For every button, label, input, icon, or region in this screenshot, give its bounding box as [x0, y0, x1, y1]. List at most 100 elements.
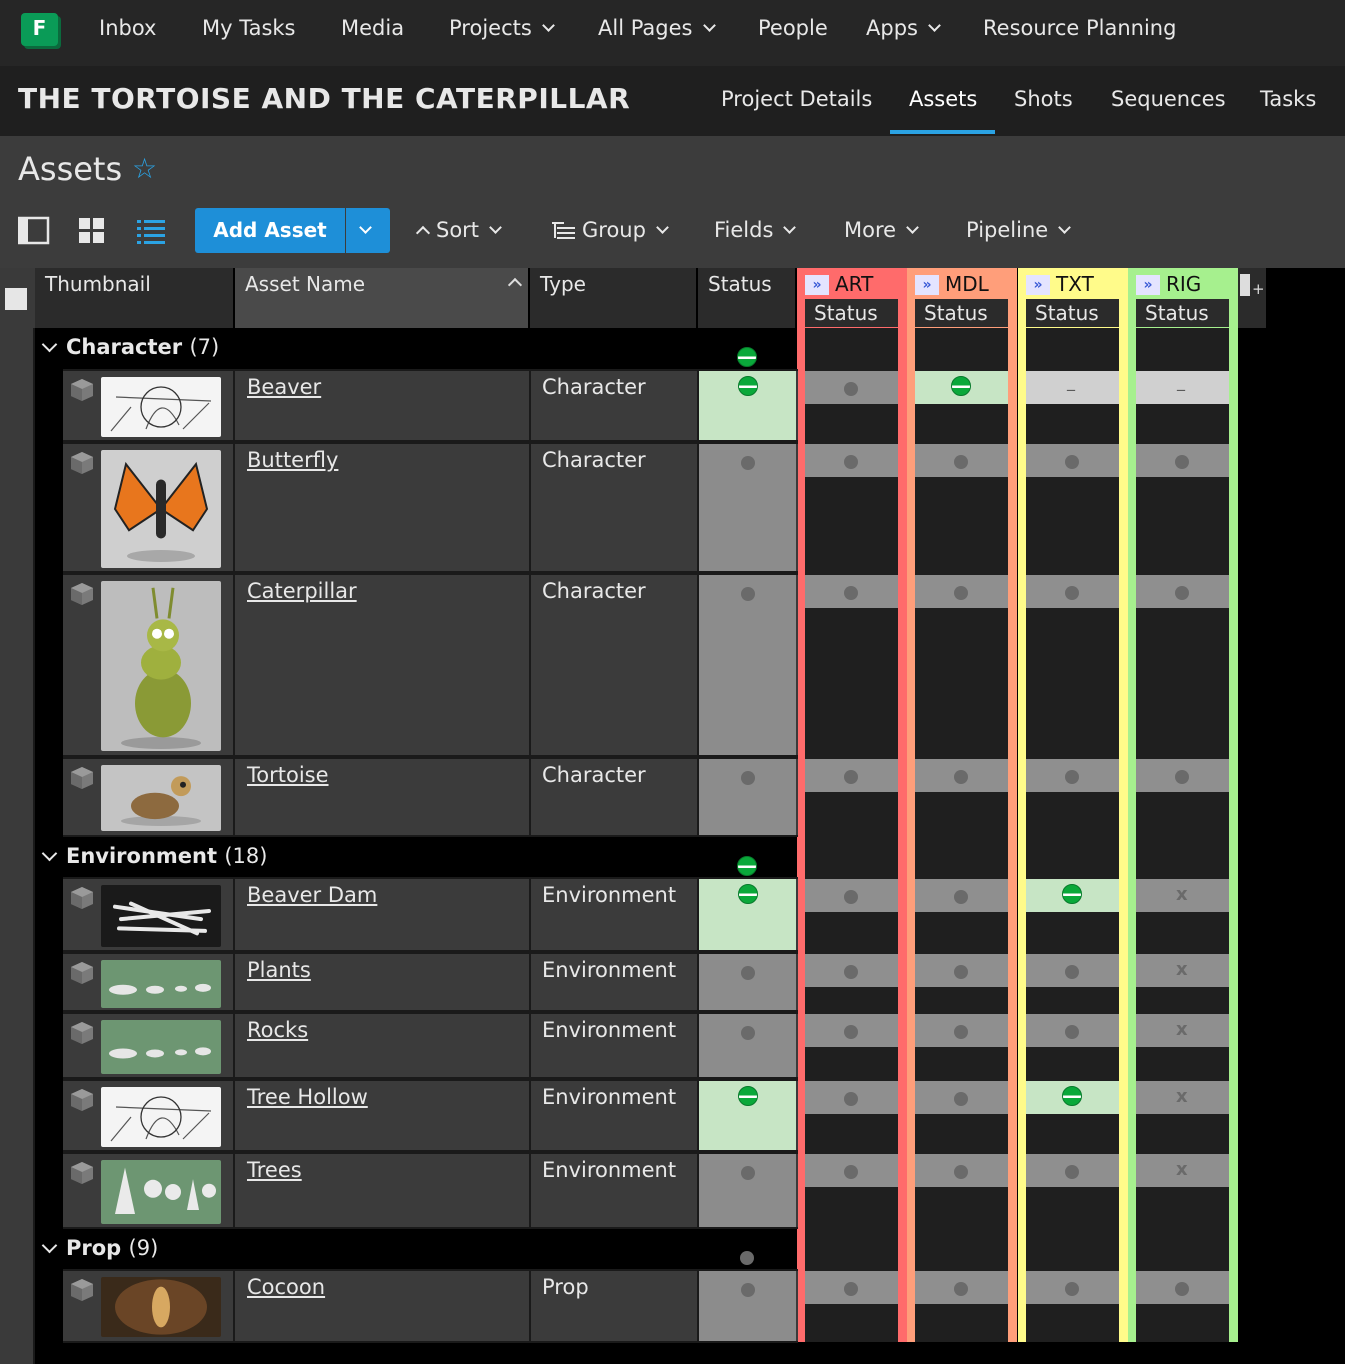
asset-name-link[interactable]: Tortoise [247, 763, 329, 787]
expand-step-icon[interactable]: » [805, 275, 829, 295]
asset-status-cell[interactable] [699, 444, 796, 571]
nav-people[interactable]: People [758, 16, 828, 40]
step-status-cell[interactable] [805, 1014, 898, 1047]
step-status-cell[interactable] [805, 954, 898, 987]
asset-name-link[interactable]: Plants [247, 958, 311, 982]
table-row[interactable]: Rocks Environment [63, 1012, 798, 1079]
chevron-down-icon[interactable] [41, 1237, 58, 1254]
step-status-cell[interactable] [915, 371, 1008, 404]
step-status-cell[interactable] [915, 879, 1008, 912]
step-status-cell[interactable] [1026, 1154, 1119, 1187]
step-status-cell[interactable]: x [1136, 1014, 1229, 1047]
column-header-thumbnail[interactable]: Thumbnail [35, 268, 233, 328]
add-asset-dropdown-button[interactable] [346, 208, 390, 253]
asset-status-cell[interactable] [699, 371, 796, 440]
step-status-cell[interactable] [915, 954, 1008, 987]
tab-sequences[interactable]: Sequences [1111, 87, 1226, 111]
table-row[interactable]: Beaver Dam Environment [63, 877, 798, 952]
nav-inbox[interactable]: Inbox [99, 16, 156, 40]
step-status-cell[interactable] [805, 575, 898, 608]
step-status-header[interactable]: Status [1026, 299, 1119, 327]
nav-all-pages[interactable]: All Pages [598, 16, 716, 40]
table-row[interactable]: Caterpillar Character [63, 573, 798, 757]
asset-status-cell[interactable] [699, 954, 796, 1010]
step-status-cell[interactable] [1026, 575, 1119, 608]
star-outline-icon[interactable]: ☆ [132, 152, 157, 185]
step-status-cell[interactable] [1026, 1081, 1119, 1114]
asset-thumbnail[interactable] [101, 1277, 221, 1337]
tab-tasks[interactable]: Tasks [1260, 87, 1316, 111]
step-status-cell[interactable] [805, 759, 898, 792]
table-row[interactable]: Butterfly Character [63, 442, 798, 573]
table-row[interactable]: Trees Environment [63, 1152, 798, 1229]
step-header[interactable]: » MDL Status [907, 268, 1017, 328]
list-view-icon[interactable] [136, 216, 168, 246]
table-row[interactable]: Plants Environment [63, 952, 798, 1012]
add-asset-button[interactable]: Add Asset [195, 208, 345, 253]
step-status-cell[interactable] [1136, 1271, 1229, 1304]
step-status-cell[interactable] [1026, 879, 1119, 912]
asset-status-cell[interactable] [699, 1271, 796, 1341]
expand-step-icon[interactable]: » [1026, 275, 1050, 295]
step-status-cell[interactable]: x [1136, 1154, 1229, 1187]
asset-thumbnail[interactable] [101, 960, 221, 1008]
step-status-cell[interactable] [915, 1014, 1008, 1047]
step-status-header[interactable]: Status [915, 299, 1008, 327]
table-row[interactable]: Beaver Character [63, 369, 798, 442]
step-status-cell[interactable] [805, 1081, 898, 1114]
asset-name-link[interactable]: Rocks [247, 1018, 308, 1042]
step-status-cell[interactable]: x [1136, 879, 1229, 912]
expand-step-icon[interactable]: » [915, 275, 939, 295]
tab-assets[interactable]: Assets [909, 87, 977, 111]
chevron-down-icon[interactable] [41, 845, 58, 862]
step-header[interactable]: » ART Status [797, 268, 907, 328]
step-status-cell[interactable]: x [1136, 1081, 1229, 1114]
step-header[interactable]: » TXT Status [1018, 268, 1128, 328]
expand-step-icon[interactable]: » [1136, 275, 1160, 295]
nav-apps[interactable]: Apps [866, 16, 941, 40]
step-status-cell[interactable]: x [1136, 954, 1229, 987]
step-status-cell[interactable] [915, 1271, 1008, 1304]
step-status-cell[interactable] [1026, 954, 1119, 987]
step-status-cell[interactable] [805, 1271, 898, 1304]
step-status-cell[interactable]: _ [1026, 371, 1119, 404]
step-status-cell[interactable] [1026, 1014, 1119, 1047]
step-status-cell[interactable]: _ [1136, 371, 1229, 404]
step-status-cell[interactable] [915, 444, 1008, 477]
nav-projects[interactable]: Projects [449, 16, 555, 40]
app-logo[interactable]: F [21, 13, 58, 46]
asset-status-cell[interactable] [699, 759, 796, 835]
step-status-cell[interactable] [805, 879, 898, 912]
asset-status-cell[interactable] [699, 575, 796, 755]
group-button[interactable]: Group [552, 218, 669, 242]
asset-name-link[interactable]: Caterpillar [247, 579, 357, 603]
asset-thumbnail[interactable] [101, 377, 221, 437]
table-row[interactable]: Tree Hollow Environment [63, 1079, 798, 1152]
asset-name-link[interactable]: Tree Hollow [247, 1085, 368, 1109]
step-status-cell[interactable] [1026, 759, 1119, 792]
column-header-asset-name[interactable]: Asset Name [235, 268, 528, 328]
step-status-cell[interactable] [915, 759, 1008, 792]
tab-project-details[interactable]: Project Details [721, 87, 872, 111]
step-status-cell[interactable] [805, 444, 898, 477]
detail-view-icon[interactable] [17, 216, 50, 246]
group-header-character[interactable]: Character (7) [35, 328, 798, 368]
asset-status-cell[interactable] [699, 1154, 796, 1227]
step-header[interactable]: » RIG Status [1128, 268, 1238, 328]
column-header-status[interactable]: Status [698, 268, 795, 328]
group-header-environment[interactable]: Environment (18) [35, 837, 798, 877]
more-button[interactable]: More [844, 218, 919, 242]
nav-media[interactable]: Media [341, 16, 404, 40]
asset-name-link[interactable]: Cocoon [247, 1275, 325, 1299]
tab-shots[interactable]: Shots [1014, 87, 1073, 111]
fields-button[interactable]: Fields [714, 218, 797, 242]
asset-status-cell[interactable] [699, 879, 796, 950]
table-row[interactable]: Tortoise Character [63, 757, 798, 837]
step-status-cell[interactable] [805, 371, 898, 404]
chevron-down-icon[interactable] [41, 336, 58, 353]
asset-name-link[interactable]: Beaver Dam [247, 883, 377, 907]
step-status-header[interactable]: Status [805, 299, 898, 327]
step-status-cell[interactable] [915, 575, 1008, 608]
step-status-cell[interactable] [1026, 444, 1119, 477]
step-status-cell[interactable] [1136, 444, 1229, 477]
